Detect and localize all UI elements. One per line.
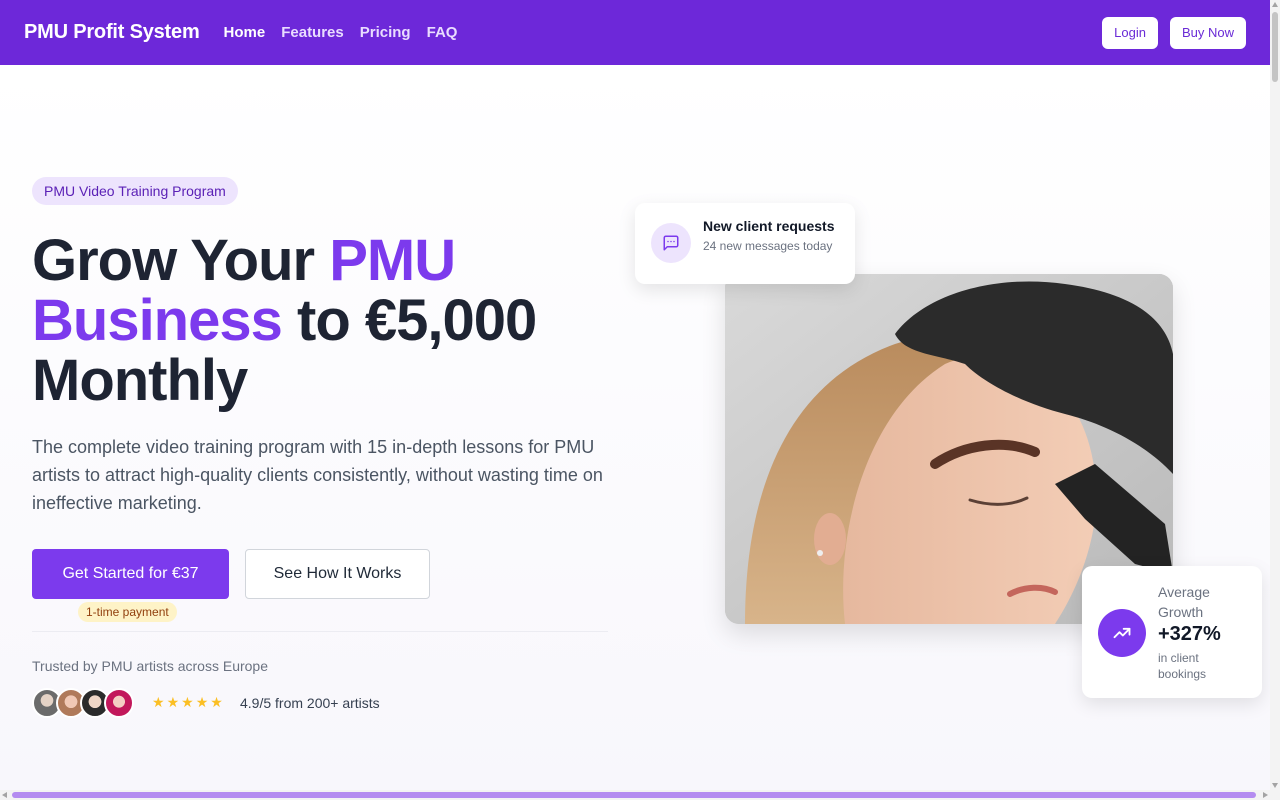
get-started-button[interactable]: Get Started for €37 [32,549,229,599]
chat-message-icon [651,223,691,263]
average-growth-card: Average Growth +327% in client bookings [1082,566,1262,698]
nav-link-features[interactable]: Features [281,24,344,41]
scroll-up-icon[interactable] [1272,2,1278,7]
star-icon: ★ [195,694,209,710]
client-requests-card: New client requests 24 new messages toda… [635,203,855,284]
star-icon: ★ [210,694,223,710]
scroll-down-icon[interactable] [1272,783,1278,788]
hero-section: PMU Video Training Program Grow Your PMU… [0,65,1270,790]
growth-label: Average Growth [1158,584,1210,620]
horizontal-scrollbar[interactable] [0,790,1270,800]
trusted-text: Trusted by PMU artists across Europe [32,658,269,674]
scroll-left-icon[interactable] [2,792,7,798]
divider [32,631,608,632]
scroll-thumb[interactable] [12,792,1256,798]
artist-avatars [32,688,134,718]
star-icon: ★ [166,694,180,710]
vertical-scrollbar[interactable] [1270,0,1280,800]
nav-actions: Login Buy Now [1102,16,1246,49]
scroll-right-icon[interactable] [1263,792,1268,798]
payment-tag: 1-time payment [78,602,177,622]
avatar [104,688,134,718]
brand-logo[interactable]: PMU Profit System [24,21,200,44]
hero-subtext: The complete video training program with… [32,437,603,513]
trending-up-icon [1098,609,1146,657]
growth-note: in client bookings [1158,651,1207,681]
nav-link-home[interactable]: Home [224,24,266,41]
rating-text: 4.9/5 from 200+ artists [240,695,380,711]
top-navbar: PMU Profit System Home Features Pricing … [0,0,1270,65]
headline-part1: Grow Your [32,228,330,293]
buy-now-button[interactable]: Buy Now [1169,16,1246,49]
star-icon: ★ [181,694,194,710]
scroll-thumb[interactable] [1272,12,1278,82]
client-requests-title: New client requests [703,218,835,234]
star-icon: ★ [152,694,165,710]
rating-stars: ★ ★ ★ ★ ★ [152,694,223,711]
login-button[interactable]: Login [1102,16,1158,49]
nav-links: Home Features Pricing FAQ [224,24,458,41]
program-badge: PMU Video Training Program [32,177,238,205]
nav-link-faq[interactable]: FAQ [427,24,458,41]
nav-link-pricing[interactable]: Pricing [360,24,411,41]
growth-value: +327% [1158,623,1221,645]
see-how-it-works-button[interactable]: See How It Works [245,549,430,599]
hero-headline: Grow Your PMU Business to €5,000 Monthly [32,231,632,411]
client-requests-subtitle: 24 new messages today [703,239,833,253]
